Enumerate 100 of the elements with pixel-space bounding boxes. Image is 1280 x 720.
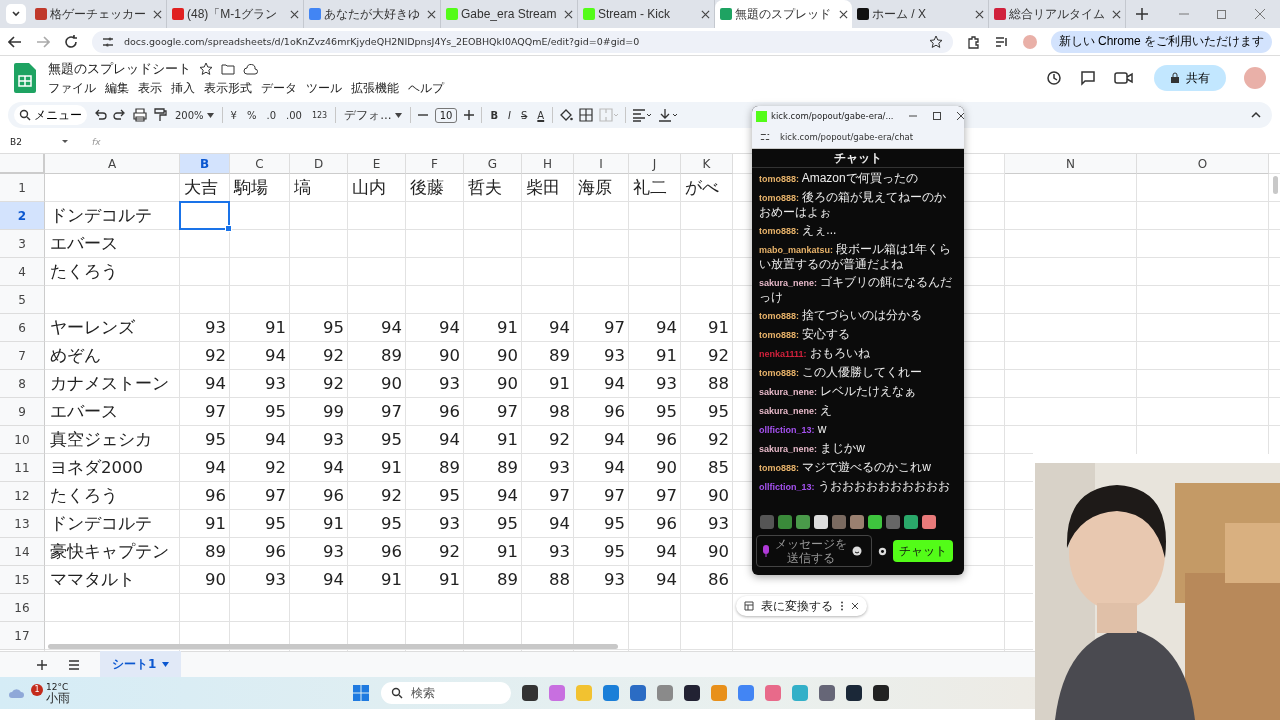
username-link[interactable]: ollfiction_13: xyxy=(759,425,815,435)
browser-tab[interactable]: 格ゲーチェッカー xyxy=(30,0,167,28)
maximize-icon[interactable] xyxy=(931,111,942,121)
browser-tab[interactable]: あなたが大好きゆ xyxy=(304,0,441,28)
menu-search-button[interactable]: メニュー xyxy=(14,105,87,125)
borders-icon[interactable] xyxy=(579,108,594,122)
plus-icon[interactable] xyxy=(463,109,476,121)
column-header[interactable]: J xyxy=(629,154,681,174)
username-link[interactable]: nenka1111: xyxy=(759,349,807,359)
row-header[interactable]: 4 xyxy=(0,258,45,286)
restore-icon[interactable] xyxy=(1216,8,1228,20)
italic-button[interactable]: I xyxy=(506,109,513,121)
update-chrome-button[interactable]: 新しい Chrome をご利用いただけます xyxy=(1050,30,1272,53)
fill-color-icon[interactable] xyxy=(559,108,574,122)
row-header[interactable]: 11 xyxy=(0,454,45,482)
emoji-icon[interactable] xyxy=(852,546,862,556)
merge-cells-icon[interactable] xyxy=(599,108,620,122)
sheet-tab[interactable]: シート1 xyxy=(100,651,182,678)
close-icon[interactable] xyxy=(564,9,573,19)
font-dropdown[interactable]: デフォ... xyxy=(342,106,404,124)
sheets-logo-icon[interactable] xyxy=(14,63,36,93)
username-link[interactable]: sakura_nene: xyxy=(759,278,818,288)
username-link[interactable]: tomo888: xyxy=(759,368,799,378)
row-header[interactable]: 6 xyxy=(0,314,45,342)
username-link[interactable]: sakura_nene: xyxy=(759,444,818,454)
close-icon[interactable] xyxy=(153,9,162,19)
back-icon[interactable] xyxy=(8,34,22,49)
folder-icon[interactable] xyxy=(221,62,235,75)
row-header[interactable]: 3 xyxy=(0,230,45,258)
send-chat-button[interactable]: チャット xyxy=(893,540,953,562)
tab-search-button[interactable] xyxy=(6,4,26,24)
taskbar-app-icon[interactable] xyxy=(819,685,835,701)
close-icon[interactable] xyxy=(1112,9,1121,19)
menu-item[interactable]: 表示形式 xyxy=(204,79,252,97)
zoom-dropdown[interactable]: 200% xyxy=(173,109,216,121)
row-header[interactable]: 15 xyxy=(0,566,45,594)
vertical-scrollbar[interactable] xyxy=(1273,176,1278,194)
row-header[interactable]: 12 xyxy=(0,482,45,510)
address-field[interactable]: docs.google.com/spreadsheets/d/1oKnZvz46mrKjydeQH2NIDpnsJ4Ys_2EOBHQkI0AQQmE/edit?gid=0#gid=0 xyxy=(92,30,953,53)
menu-item[interactable]: 表示 xyxy=(138,79,162,97)
column-header[interactable]: F xyxy=(406,154,464,174)
font-size-field[interactable]: 10 xyxy=(434,107,458,123)
comment-icon[interactable] xyxy=(1080,70,1096,86)
add-sheet-icon[interactable] xyxy=(36,658,48,671)
site-settings-icon[interactable] xyxy=(102,35,114,48)
username-link[interactable]: tomo888: xyxy=(759,193,799,203)
row-header[interactable]: 13 xyxy=(0,510,45,538)
browser-tab[interactable]: 無題のスプレッド xyxy=(715,0,852,28)
column-header[interactable]: D xyxy=(290,154,348,174)
new-tab-icon[interactable] xyxy=(1136,8,1148,20)
percent-button[interactable]: % xyxy=(244,109,259,121)
bold-button[interactable]: B xyxy=(488,109,501,121)
close-icon[interactable] xyxy=(975,9,984,19)
close-icon[interactable] xyxy=(955,111,964,121)
close-icon[interactable] xyxy=(701,9,710,19)
text-color-button[interactable]: A xyxy=(535,109,547,121)
row-header[interactable]: 8 xyxy=(0,370,45,398)
number-format-button[interactable]: 123 xyxy=(309,110,330,120)
username-link[interactable]: ollfiction_13: xyxy=(759,482,815,492)
row-header[interactable]: 5 xyxy=(0,286,45,314)
emote-icon[interactable] xyxy=(814,515,828,529)
browser-tab[interactable]: 総合リアルタイム xyxy=(989,0,1126,28)
row-header[interactable]: 9 xyxy=(0,398,45,426)
cell-cursor[interactable] xyxy=(179,201,230,230)
vertical-align-icon[interactable] xyxy=(658,108,679,122)
row-header[interactable]: 16 xyxy=(0,594,45,622)
username-link[interactable]: tomo888: xyxy=(759,174,799,184)
browser-tab[interactable]: Gabe_era Stream xyxy=(441,0,578,28)
horizontal-scrollbar[interactable] xyxy=(48,644,618,649)
bookmark-star-icon[interactable] xyxy=(928,34,943,49)
microphone-icon[interactable] xyxy=(762,544,770,558)
convert-to-table-chip[interactable]: 表に変換する xyxy=(736,596,867,616)
taskbar-app-icon[interactable] xyxy=(873,685,889,701)
column-header[interactable]: E xyxy=(348,154,406,174)
start-icon[interactable] xyxy=(352,684,370,702)
site-settings-icon[interactable] xyxy=(760,132,770,142)
paint-format-icon[interactable] xyxy=(153,108,167,122)
taskbar-app-icon[interactable] xyxy=(522,685,538,701)
column-header[interactable]: H xyxy=(522,154,574,174)
decrease-decimal-button[interactable]: .0 xyxy=(264,109,279,121)
column-header[interactable]: G xyxy=(464,154,522,174)
row-header[interactable]: 7 xyxy=(0,342,45,370)
more-icon[interactable] xyxy=(840,601,844,611)
close-icon[interactable] xyxy=(427,9,436,19)
username-link[interactable]: sakura_nene: xyxy=(759,406,818,416)
column-header[interactable]: B xyxy=(180,154,230,174)
strikethrough-button[interactable]: S xyxy=(519,109,530,121)
column-header[interactable]: I xyxy=(574,154,629,174)
menu-item[interactable]: 編集 xyxy=(105,79,129,97)
settings-icon[interactable] xyxy=(877,545,888,557)
close-icon[interactable] xyxy=(290,9,299,19)
browser-tab[interactable]: (48)「M-1グラン xyxy=(167,0,304,28)
column-header[interactable]: A xyxy=(45,154,180,174)
video-call-icon[interactable] xyxy=(1114,70,1136,86)
print-icon[interactable] xyxy=(133,108,147,122)
extensions-icon[interactable] xyxy=(966,34,981,49)
star-icon[interactable] xyxy=(199,61,213,76)
all-sheets-icon[interactable] xyxy=(68,658,80,671)
browser-tab[interactable]: ホーム / X xyxy=(852,0,989,28)
username-link[interactable]: tomo888: xyxy=(759,311,799,321)
